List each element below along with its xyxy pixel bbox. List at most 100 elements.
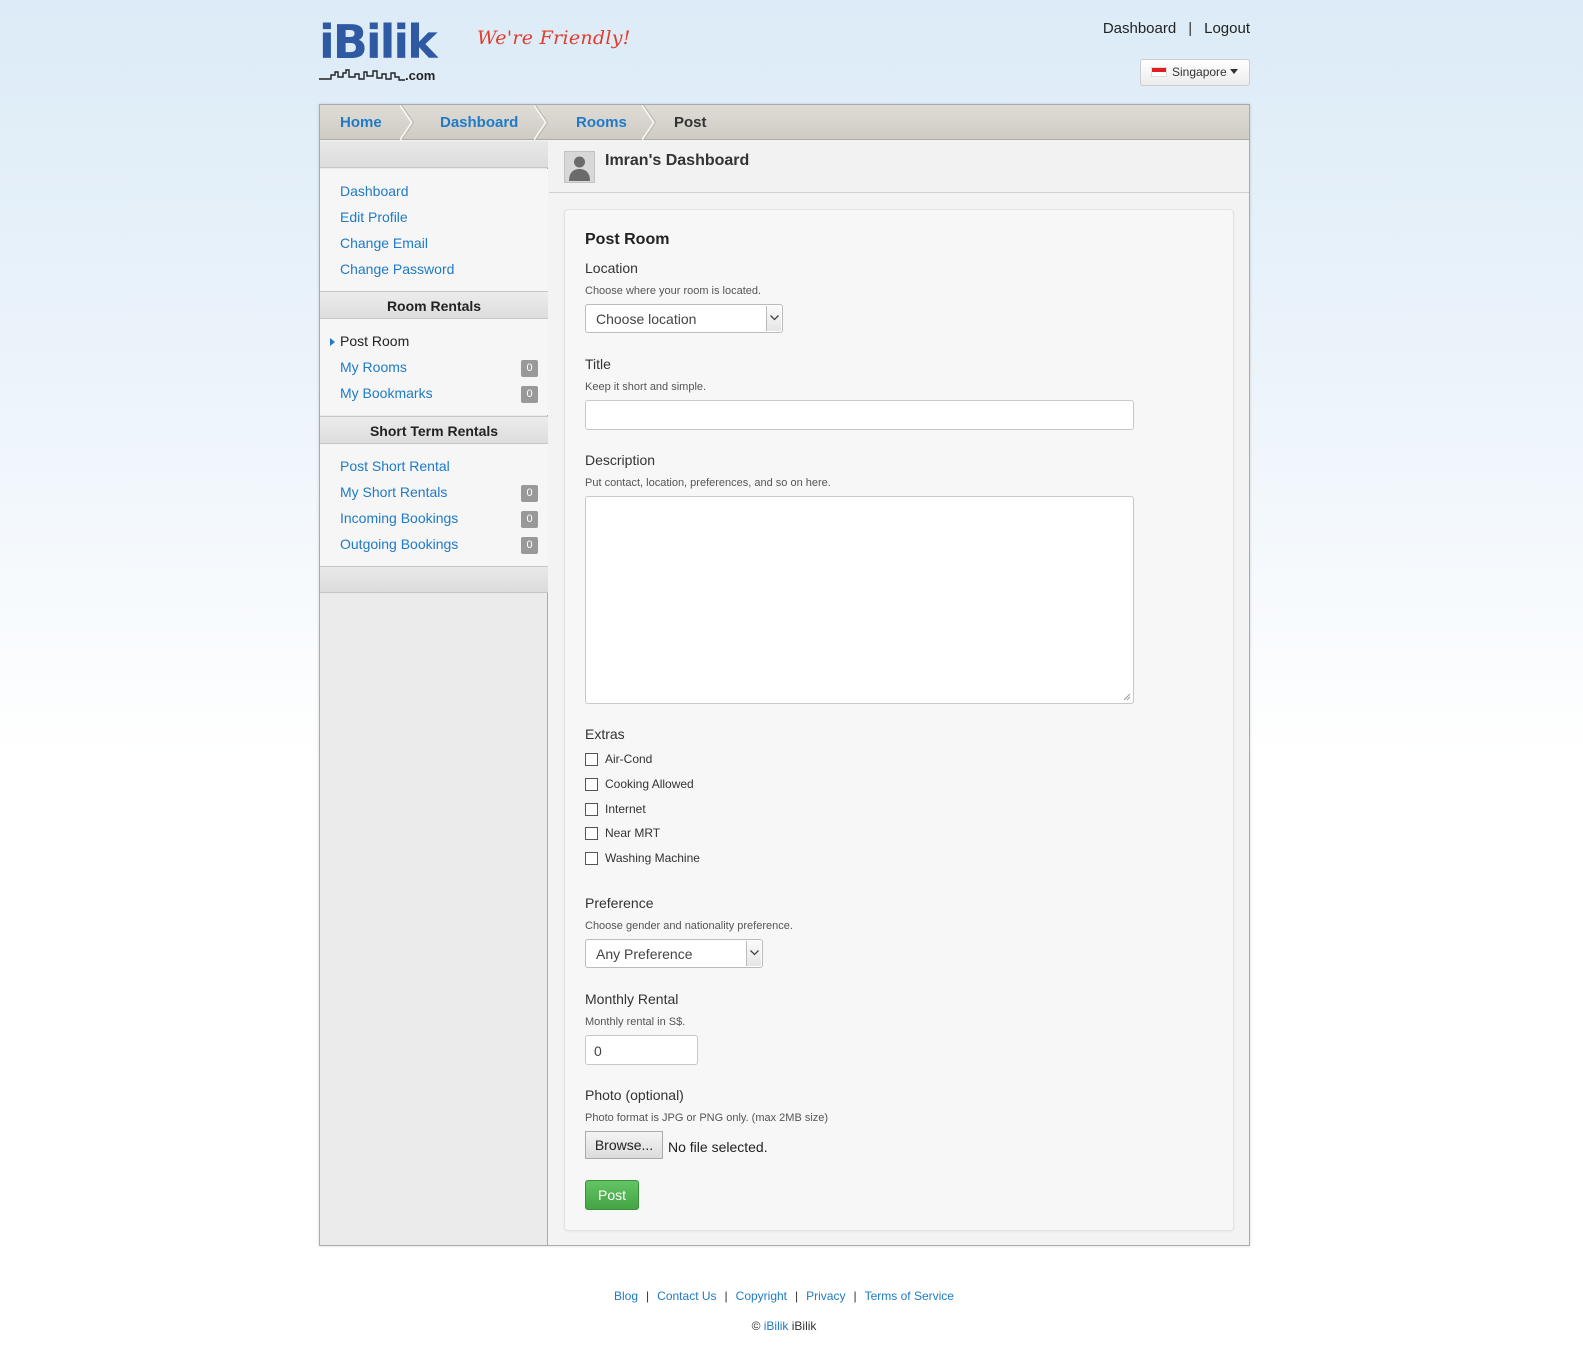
country-selector-button[interactable]: Singapore — [1140, 59, 1250, 86]
breadcrumb: Home Dashboard Rooms Post — [320, 105, 1249, 140]
logo-tld: .com — [405, 68, 436, 83]
copyright-name: iBilik — [791, 1319, 817, 1333]
preference-label: Preference — [585, 895, 654, 911]
sidebar-item-my-rooms[interactable]: My Rooms — [340, 359, 407, 375]
preference-help: Choose gender and nationality preference… — [585, 920, 793, 932]
breadcrumb-home[interactable]: Home — [340, 105, 382, 140]
file-status: No file selected. — [668, 1139, 768, 1155]
sidebar-heading-room-rentals: Room Rentals — [320, 291, 548, 319]
skyline-icon — [319, 69, 405, 81]
site-header: iBilik .com We're Friendly! Dashboard | Lo… — [319, 0, 1250, 104]
select-arrow — [746, 941, 761, 966]
breadcrumb-separator-icon — [400, 105, 414, 140]
sidebar-heading-short-term-rentals: Short Term Rentals — [320, 416, 548, 444]
copyright: © iBilik iBilik — [0, 1319, 1568, 1333]
copyright-link[interactable]: iBilik — [764, 1319, 789, 1333]
main-container: Home Dashboard Rooms Post Dashboard Edit… — [319, 104, 1250, 1246]
breadcrumb-separator-icon — [534, 105, 548, 140]
top-nav-dashboard-link[interactable]: Dashboard — [1103, 20, 1176, 37]
sidebar-top-bar — [320, 141, 548, 168]
extra-option[interactable]: Near MRT — [585, 826, 785, 842]
logo-text: iBilik — [319, 15, 438, 69]
footer-link-blog[interactable]: Blog — [614, 1289, 638, 1303]
preference-select-value: Any Preference — [596, 946, 693, 962]
extra-option[interactable]: Air-Cond — [585, 752, 785, 768]
extra-option[interactable]: Washing Machine — [585, 851, 785, 867]
chevron-down-icon — [770, 315, 779, 321]
sidebar-item-outgoing-bookings[interactable]: Outgoing Bookings — [340, 536, 458, 552]
sidebar-account-section: Dashboard Edit Profile Change Email Chan… — [320, 169, 548, 291]
location-select-value: Choose location — [596, 311, 697, 327]
copyright-symbol: © — [751, 1319, 761, 1333]
post-room-form: Post Room Location Choose where your roo… — [564, 209, 1234, 1231]
sidebar-item-dashboard[interactable]: Dashboard — [340, 183, 409, 199]
footer-separator: | — [724, 1289, 728, 1303]
photo-label: Photo (optional) — [585, 1087, 684, 1103]
checkbox-label: Washing Machine — [605, 851, 700, 865]
footer-separator: | — [853, 1289, 857, 1303]
breadcrumb-separator-icon — [642, 105, 656, 140]
caret-down-icon — [1229, 69, 1238, 74]
dashboard-title: Imran's Dashboard — [605, 152, 750, 169]
footer-link-contact-us[interactable]: Contact Us — [657, 1289, 716, 1303]
checkbox[interactable] — [585, 852, 598, 865]
top-nav-separator: | — [1188, 20, 1193, 37]
location-select[interactable]: Choose location — [585, 304, 783, 333]
avatar — [564, 151, 595, 183]
footer-link-terms[interactable]: Terms of Service — [865, 1289, 954, 1303]
count-badge: 0 — [521, 537, 538, 554]
sidebar-item-post-short-rental[interactable]: Post Short Rental — [340, 458, 450, 474]
user-avatar-icon — [569, 156, 590, 181]
checkbox-label: Air-Cond — [605, 752, 653, 766]
top-nav-logout-link[interactable]: Logout — [1204, 20, 1250, 37]
footer-separator: | — [795, 1289, 799, 1303]
resize-handle-icon[interactable] — [1123, 693, 1131, 701]
monthly-rental-help: Monthly rental in S$. — [585, 1016, 686, 1028]
description-textarea[interactable] — [585, 496, 1134, 704]
main-content: Imran's Dashboard Post Room Location Cho… — [549, 141, 1249, 1245]
sidebar-item-post-room[interactable]: Post Room — [340, 333, 409, 349]
form-title: Post Room — [585, 231, 670, 248]
monthly-rental-input[interactable]: 0 — [585, 1035, 698, 1065]
checkbox-label: Near MRT — [605, 826, 661, 840]
breadcrumb-dashboard[interactable]: Dashboard — [440, 105, 518, 140]
footer-separator: | — [646, 1289, 650, 1303]
sidebar-item-change-email[interactable]: Change Email — [340, 235, 428, 251]
sidebar-item-change-password[interactable]: Change Password — [340, 261, 454, 277]
extra-option[interactable]: Cooking Allowed — [585, 777, 785, 793]
active-arrow-icon — [330, 338, 335, 346]
sidebar-item-incoming-bookings[interactable]: Incoming Bookings — [340, 510, 458, 526]
sidebar: Dashboard Edit Profile Change Email Chan… — [320, 141, 548, 1245]
checkbox[interactable] — [585, 778, 598, 791]
footer-links: Blog | Contact Us | Copyright | Privacy | Terms … — [0, 1289, 1568, 1303]
sidebar-item-my-bookmarks[interactable]: My Bookmarks — [340, 385, 433, 401]
breadcrumb-rooms[interactable]: Rooms — [576, 105, 627, 140]
title-input[interactable] — [585, 400, 1134, 430]
footer-link-privacy[interactable]: Privacy — [806, 1289, 845, 1303]
checkbox[interactable] — [585, 753, 598, 766]
sidebar-item-my-short-rentals[interactable]: My Short Rentals — [340, 484, 447, 500]
sidebar-item-edit-profile[interactable]: Edit Profile — [340, 209, 408, 225]
dashboard-header: Imran's Dashboard — [549, 141, 1249, 193]
title-help: Keep it short and simple. — [585, 381, 707, 393]
location-label: Location — [585, 260, 638, 276]
select-arrow — [766, 306, 781, 331]
count-badge: 0 — [521, 511, 538, 528]
photo-help: Photo format is JPG or PNG only. (max 2M… — [585, 1112, 829, 1124]
breadcrumb-current: Post — [674, 114, 707, 131]
extra-option[interactable]: Internet — [585, 802, 785, 818]
count-badge: 0 — [521, 386, 538, 403]
checkbox[interactable] — [585, 827, 598, 840]
browse-button[interactable]: Browse... — [585, 1131, 663, 1159]
site-logo[interactable]: iBilik .com — [319, 15, 438, 86]
checkbox[interactable] — [585, 803, 598, 816]
footer-link-copyright[interactable]: Copyright — [736, 1289, 787, 1303]
singapore-flag-icon — [1151, 67, 1167, 77]
sidebar-short-term-section: Post Short Rental My Short Rentals 0 Inc… — [320, 444, 548, 566]
tagline: We're Friendly! — [477, 27, 631, 49]
description-help: Put contact, location, preferences, and … — [585, 477, 831, 489]
post-button[interactable]: Post — [585, 1180, 639, 1210]
preference-select[interactable]: Any Preference — [585, 939, 763, 968]
count-badge: 0 — [521, 360, 538, 377]
sidebar-bottom-bar — [320, 566, 548, 593]
